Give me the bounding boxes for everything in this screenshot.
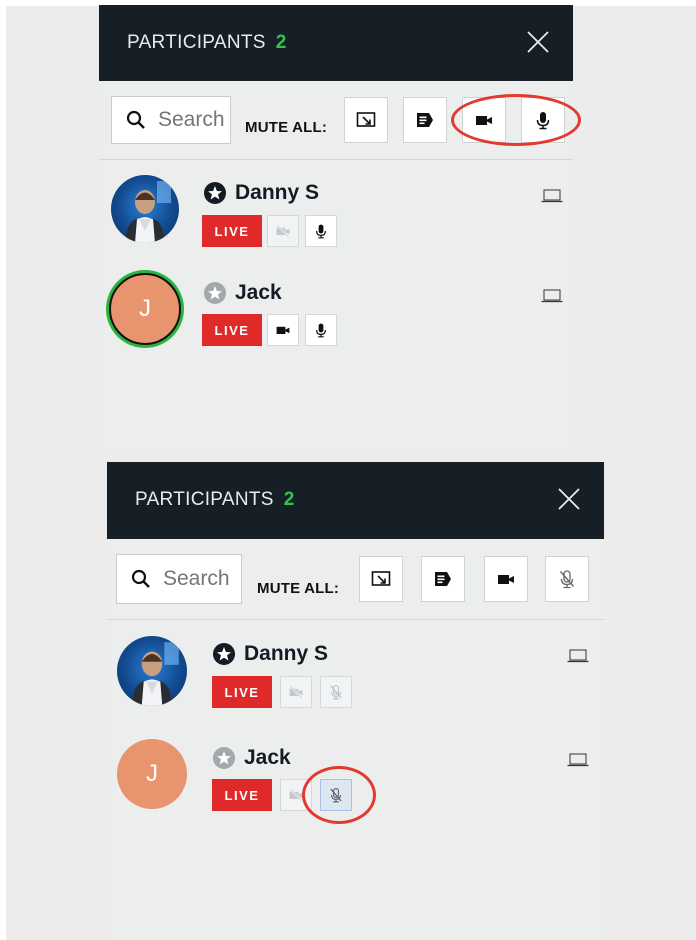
panel-title: PARTICIPANTS 2: [127, 32, 287, 54]
participant-video-button[interactable]: [280, 676, 312, 708]
video-off-icon: [289, 788, 303, 802]
screen-share-icon: [356, 112, 376, 127]
live-badge: LIVE: [202, 314, 262, 346]
panel-header: PARTICIPANTS 2: [107, 462, 604, 539]
live-badge: LIVE: [202, 215, 262, 247]
panel-title-text: PARTICIPANTS: [135, 489, 274, 510]
participant-name-text: Jack: [244, 746, 291, 769]
live-badge: LIVE: [212, 676, 272, 708]
mute-all-chat-button[interactable]: [403, 97, 447, 143]
microphone-off-icon: [559, 570, 575, 589]
mute-all-screenshare-button[interactable]: [359, 556, 403, 602]
chat-icon: [417, 113, 433, 127]
mute-all-screenshare-button[interactable]: [344, 97, 388, 143]
participant-count: 2: [275, 32, 287, 53]
participant-row: J Jack LIVE: [99, 271, 573, 361]
video-off-icon: [276, 224, 290, 238]
avatar: [117, 636, 187, 706]
participants-panel-before: PARTICIPANTS 2 MUTE ALL:: [99, 5, 573, 449]
microphone-off-icon: [330, 685, 342, 700]
laptop-device-icon: [541, 189, 563, 203]
close-button[interactable]: [556, 486, 582, 512]
participant-mic-button[interactable]: [305, 314, 337, 346]
live-badge: LIVE: [212, 779, 272, 811]
participant-mic-button[interactable]: [305, 215, 337, 247]
avatar: J: [109, 273, 181, 345]
panel-title: PARTICIPANTS 2: [135, 489, 295, 511]
divider: [99, 159, 573, 160]
participant-name-text: Jack: [235, 281, 282, 304]
star-icon: [204, 282, 226, 304]
avatar-initial: J: [139, 295, 151, 322]
participant-video-button[interactable]: [267, 215, 299, 247]
search-icon: [131, 569, 150, 588]
participant-video-button[interactable]: [267, 314, 299, 346]
laptop-device-icon: [567, 753, 589, 767]
participant-video-button[interactable]: [280, 779, 312, 811]
avatar-photo: [131, 642, 179, 706]
mute-all-label: MUTE ALL:: [257, 580, 340, 597]
participant-row: Danny S LIVE: [99, 171, 573, 261]
microphone-off-icon: [330, 788, 342, 803]
mute-all-audio-button[interactable]: [545, 556, 589, 602]
panel-header: PARTICIPANTS 2: [99, 5, 573, 81]
search-box[interactable]: [116, 554, 242, 604]
screen-share-icon: [371, 571, 391, 586]
search-input[interactable]: [161, 566, 235, 592]
participant-row: Danny S LIVE: [107, 632, 604, 722]
search-input[interactable]: [156, 107, 230, 133]
video-camera-icon: [276, 326, 290, 334]
avatar-initial: J: [146, 760, 158, 787]
participant-name: Danny S: [212, 642, 328, 666]
mute-all-chat-button[interactable]: [421, 556, 465, 602]
panel-title-text: PARTICIPANTS: [127, 32, 266, 53]
participants-panel-after: PARTICIPANTS 2 MUTE ALL:: [107, 462, 604, 940]
microphone-icon: [536, 112, 550, 130]
close-button[interactable]: [525, 29, 551, 55]
mute-all-video-button[interactable]: [462, 97, 506, 143]
laptop-device-icon: [541, 289, 563, 303]
avatar-photo: [125, 181, 171, 243]
avatar: J: [117, 739, 187, 809]
chat-icon: [435, 572, 451, 586]
search-box[interactable]: [111, 96, 231, 144]
participant-name-text: Danny S: [244, 642, 329, 665]
close-icon: [527, 31, 549, 53]
host-star-icon: [204, 182, 226, 204]
host-star-icon: [213, 643, 235, 665]
participant-count: 2: [283, 489, 295, 510]
video-off-icon: [289, 685, 303, 699]
microphone-icon: [316, 224, 326, 239]
mute-all-video-button[interactable]: [484, 556, 528, 602]
avatar: [111, 175, 179, 243]
participant-row: J Jack LIVE: [107, 736, 604, 826]
mute-all-label: MUTE ALL:: [245, 119, 328, 136]
participant-name: Jack: [203, 281, 282, 305]
star-icon: [213, 747, 235, 769]
close-icon: [558, 488, 580, 510]
mute-all-audio-button[interactable]: [521, 97, 565, 143]
microphone-icon: [316, 323, 326, 338]
divider: [107, 619, 604, 620]
participant-mic-button[interactable]: [320, 779, 352, 811]
video-camera-icon: [498, 575, 514, 584]
laptop-device-icon: [567, 649, 589, 663]
toolbar: MUTE ALL:: [107, 539, 604, 619]
participant-name: Jack: [212, 746, 291, 770]
search-icon: [126, 110, 145, 129]
toolbar: MUTE ALL:: [99, 81, 573, 159]
participant-mic-button[interactable]: [320, 676, 352, 708]
participant-name: Danny S: [203, 181, 319, 205]
participant-name-text: Danny S: [235, 181, 320, 204]
video-camera-icon: [476, 116, 492, 125]
